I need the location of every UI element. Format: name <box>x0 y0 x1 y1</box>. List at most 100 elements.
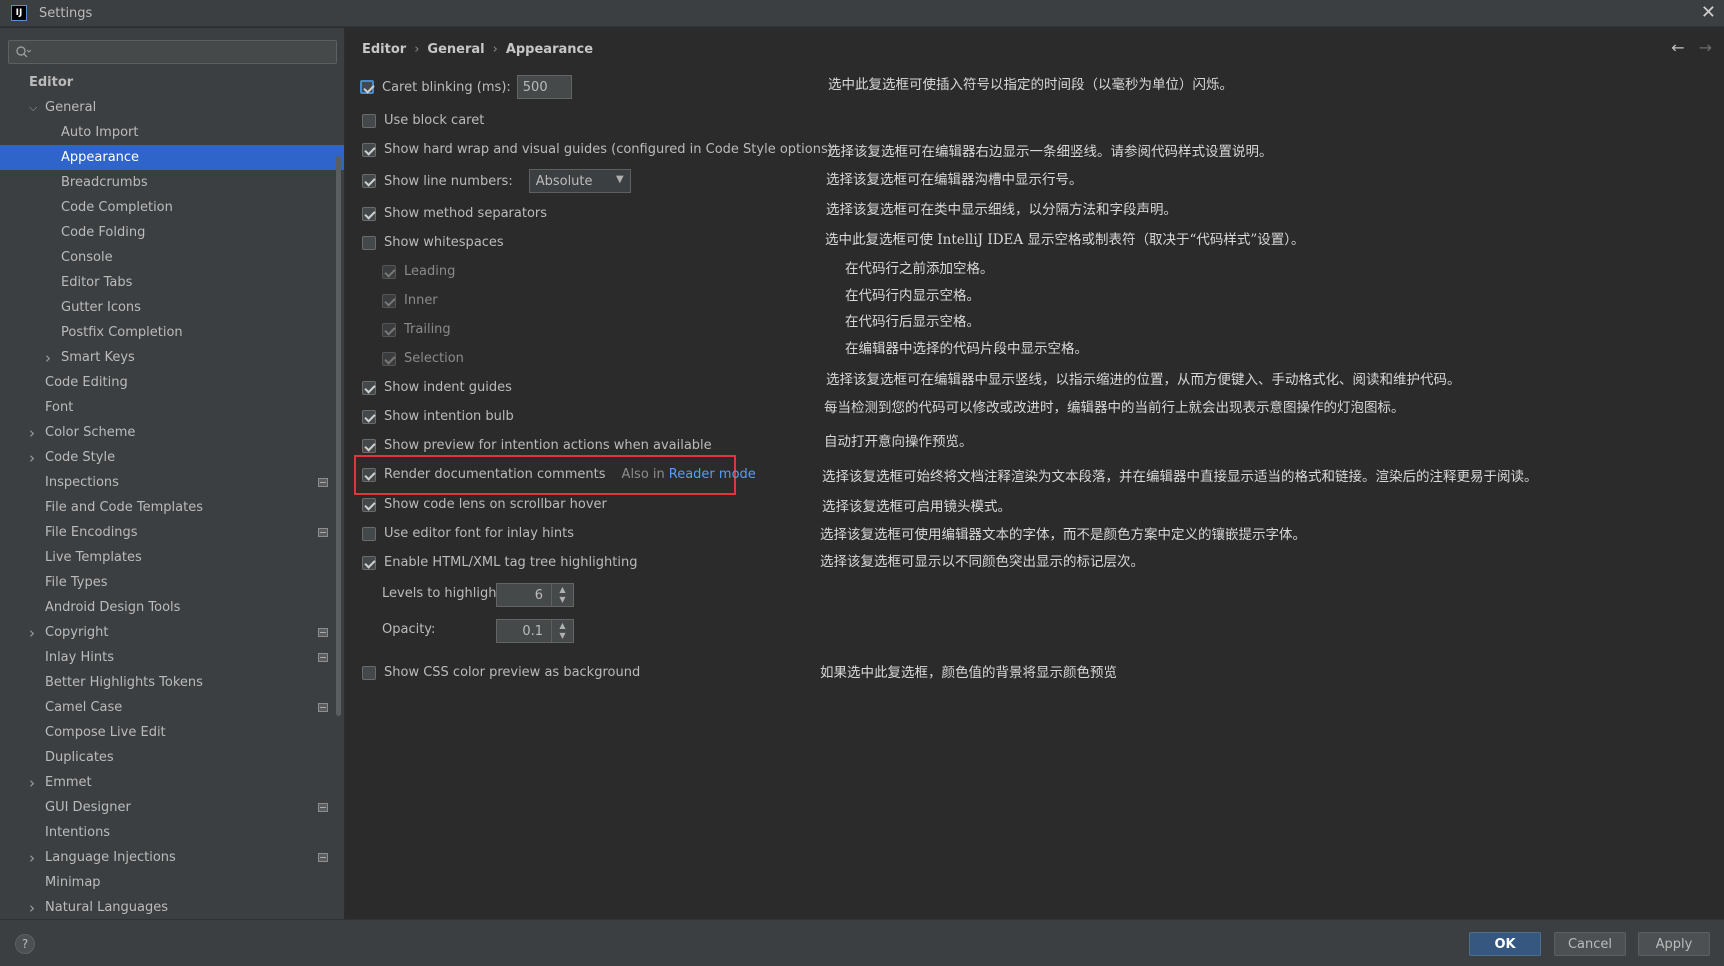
chevron-right-icon[interactable]: › <box>29 625 39 640</box>
sidebar-item-duplicates[interactable]: Duplicates <box>0 745 344 770</box>
sidebar-item-gui-designer[interactable]: GUI Designer <box>0 795 344 820</box>
whitespaces-checkbox[interactable] <box>362 235 376 250</box>
caret-blinking-checkbox[interactable] <box>360 80 374 94</box>
desc-indent-guides: 选择该复选框可在编辑器中显示竖线，以指示缩进的位置，从而方便键入、手动格式化、阅… <box>826 372 1461 388</box>
sidebar-item-general[interactable]: ⌵ General <box>0 95 344 120</box>
sidebar-item-file-encodings[interactable]: File Encodings <box>0 520 344 545</box>
levels-value: 6 <box>534 587 543 603</box>
breadcrumb-editor[interactable]: Editor <box>362 42 406 57</box>
sidebar-item-file-types[interactable]: File Types <box>0 570 344 595</box>
editor-font-inlay-checkbox[interactable] <box>362 526 376 541</box>
line-numbers-label: Show line numbers: <box>384 173 513 189</box>
sidebar-item-editor[interactable]: Editor <box>0 70 344 95</box>
trailing-checkbox[interactable] <box>382 322 396 337</box>
sidebar-item-appearance[interactable]: Appearance <box>0 145 344 170</box>
sidebar-item-label: Gutter Icons <box>61 300 141 315</box>
chevron-right-icon[interactable]: › <box>29 775 39 790</box>
window-title: Settings <box>39 5 93 21</box>
sidebar-item-code-completion[interactable]: Code Completion <box>0 195 344 220</box>
back-arrow-icon[interactable]: ← <box>1671 38 1684 57</box>
levels-label: Levels to highlight: <box>382 586 506 601</box>
html-xml-tree-checkbox[interactable] <box>362 555 376 570</box>
sidebar-item-inspections[interactable]: Inspections <box>0 470 344 495</box>
intellij-app-icon: IJ <box>11 5 27 21</box>
sidebar-scrollbar[interactable] <box>336 156 341 716</box>
settings-sidebar: Editor ⌵ General Auto Import Appearance Bread… <box>0 28 344 919</box>
method-separators-checkbox[interactable] <box>362 206 376 221</box>
sidebar-item-android-design-tools[interactable]: Android Design Tools <box>0 595 344 620</box>
chevron-right-icon[interactable]: › <box>29 850 39 865</box>
spinner-arrows-icon[interactable]: ▲ ▼ <box>551 584 573 606</box>
block-caret-checkbox[interactable] <box>362 113 376 128</box>
chevron-down-icon: ▼ <box>616 174 624 185</box>
close-icon[interactable]: ✕ <box>1701 3 1716 23</box>
chevron-right-icon[interactable]: › <box>29 425 39 440</box>
sidebar-item-breadcrumbs[interactable]: Breadcrumbs <box>0 170 344 195</box>
selection-checkbox[interactable] <box>382 351 396 366</box>
sidebar-item-postfix-completion[interactable]: Postfix Completion <box>0 320 344 345</box>
indent-guides-checkbox[interactable] <box>362 380 376 395</box>
line-numbers-select[interactable]: Absolute ▼ <box>528 169 631 193</box>
selection-label: Selection <box>404 351 464 366</box>
opacity-spinner[interactable]: 0.1 ▲ ▼ <box>496 619 574 643</box>
cancel-button[interactable]: Cancel <box>1554 932 1626 956</box>
sidebar-item-editor-tabs[interactable]: Editor Tabs <box>0 270 344 295</box>
sidebar-item-inlay-hints[interactable]: Inlay Hints <box>0 645 344 670</box>
search-input[interactable] <box>8 40 337 64</box>
reader-mode-link[interactable]: Reader mode <box>669 467 756 482</box>
sidebar-item-code-folding[interactable]: Code Folding <box>0 220 344 245</box>
sidebar-item-copyright[interactable]: › Copyright <box>0 620 344 645</box>
render-docs-checkbox[interactable] <box>362 467 376 482</box>
css-color-preview-option: Show CSS color preview as background <box>362 665 640 680</box>
sidebar-item-gutter-icons[interactable]: Gutter Icons <box>0 295 344 320</box>
indent-guides-option: Show indent guides <box>362 380 512 395</box>
caret-blinking-input[interactable]: 500 <box>516 75 572 99</box>
sidebar-item-font[interactable]: Font <box>0 395 344 420</box>
sidebar-item-auto-import[interactable]: Auto Import <box>0 120 344 145</box>
trailing-label: Trailing <box>404 322 451 337</box>
sidebar-item-better-highlights-tokens[interactable]: Better Highlights Tokens <box>0 670 344 695</box>
sidebar-item-code-style[interactable]: › Code Style <box>0 445 344 470</box>
intention-bulb-label: Show intention bulb <box>384 409 514 424</box>
dialog-footer: ? OK Cancel Apply <box>0 919 1724 966</box>
sidebar-item-emmet[interactable]: › Emmet <box>0 770 344 795</box>
inner-checkbox[interactable] <box>382 293 396 308</box>
sidebar-item-language-injections[interactable]: › Language Injections <box>0 845 344 870</box>
project-scope-icon <box>318 478 328 487</box>
apply-button[interactable]: Apply <box>1638 932 1710 956</box>
breadcrumb-general[interactable]: General <box>427 42 484 57</box>
spinner-arrows-icon[interactable]: ▲ ▼ <box>551 620 573 642</box>
sidebar-item-file-and-code-templates[interactable]: File and Code Templates <box>0 495 344 520</box>
chevron-right-icon[interactable]: › <box>29 450 39 465</box>
sidebar-item-minimap[interactable]: Minimap <box>0 870 344 895</box>
levels-spinner[interactable]: 6 ▲ ▼ <box>496 583 574 607</box>
sidebar-item-live-templates[interactable]: Live Templates <box>0 545 344 570</box>
hard-wrap-checkbox[interactable] <box>362 142 376 157</box>
sidebar-item-compose-live-edit[interactable]: Compose Live Edit <box>0 720 344 745</box>
chevron-down-icon[interactable]: ⌵ <box>29 102 39 113</box>
desc-hard-wrap: 选择该复选框可在编辑器右边显示一条细竖线。请参阅代码样式设置说明。 <box>827 144 1273 160</box>
css-color-preview-checkbox[interactable] <box>362 665 376 680</box>
chevron-right-icon[interactable]: › <box>45 350 55 365</box>
preview-intention-checkbox[interactable] <box>362 438 376 453</box>
intention-bulb-checkbox[interactable] <box>362 409 376 424</box>
sidebar-item-smart-keys[interactable]: › Smart Keys <box>0 345 344 370</box>
sidebar-item-color-scheme[interactable]: › Color Scheme <box>0 420 344 445</box>
ok-button[interactable]: OK <box>1469 932 1541 956</box>
code-lens-checkbox[interactable] <box>362 497 376 512</box>
sidebar-item-label: Appearance <box>61 150 140 165</box>
sidebar-item-console[interactable]: Console <box>0 245 344 270</box>
selection-option: Selection <box>382 351 464 366</box>
line-numbers-checkbox[interactable] <box>362 174 376 188</box>
title-bar: IJ Settings ✕ <box>0 0 1724 27</box>
leading-checkbox[interactable] <box>382 264 396 279</box>
caret-blinking-option: Caret blinking (ms): 500 <box>360 75 572 99</box>
history-nav: ← → <box>1657 38 1712 57</box>
sidebar-item-camel-case[interactable]: Camel Case <box>0 695 344 720</box>
help-icon[interactable]: ? <box>15 934 35 954</box>
forward-arrow-icon[interactable]: → <box>1699 38 1712 57</box>
sidebar-item-intentions[interactable]: Intentions <box>0 820 344 845</box>
sidebar-item-code-editing[interactable]: Code Editing <box>0 370 344 395</box>
chevron-right-icon[interactable]: › <box>29 900 39 915</box>
sidebar-item-natural-languages[interactable]: › Natural Languages <box>0 895 344 920</box>
